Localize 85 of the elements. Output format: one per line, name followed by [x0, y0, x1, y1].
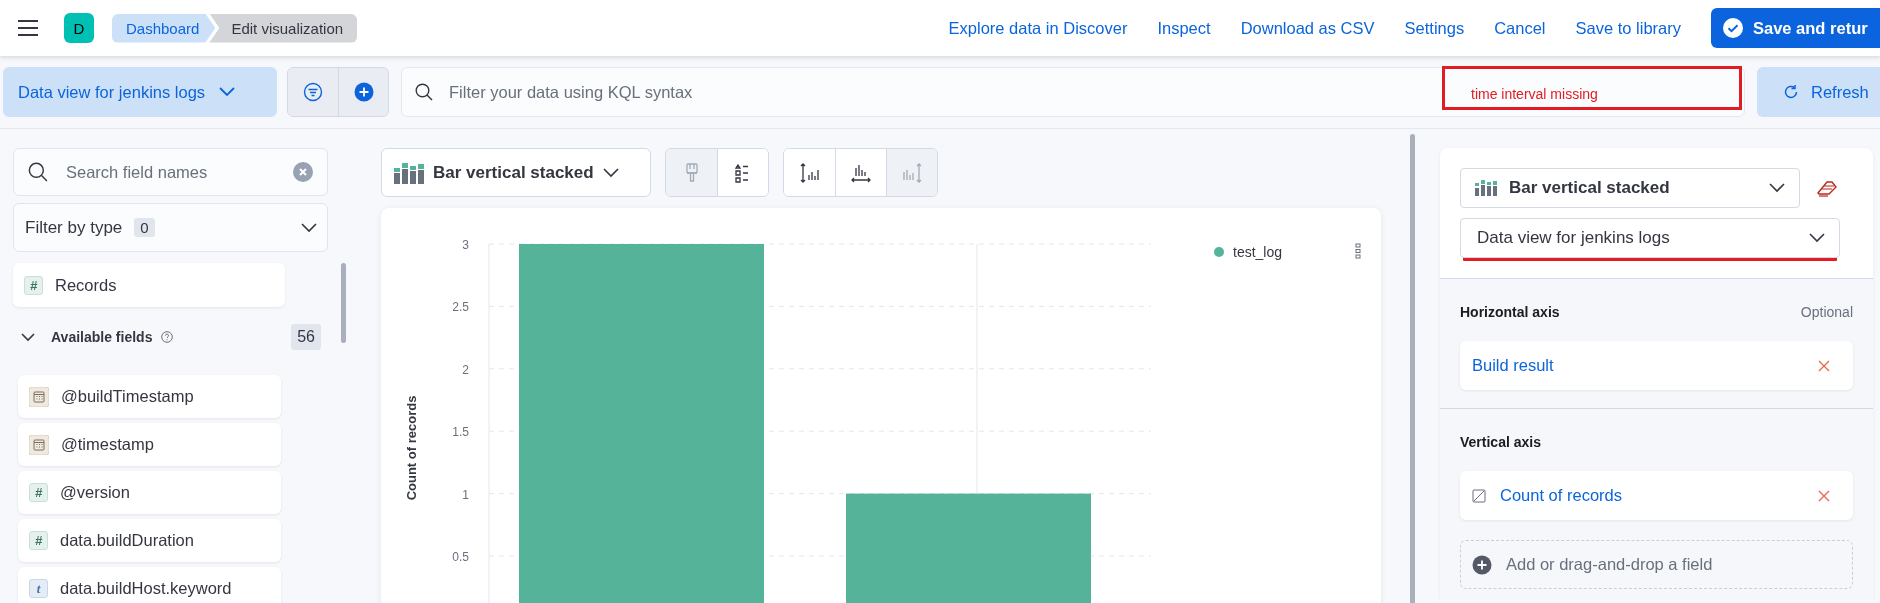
- filter-label: Filter by type: [25, 217, 123, 238]
- field-type-token: #: [29, 531, 48, 550]
- search-field[interactable]: Search field names: [13, 148, 328, 196]
- field-type-token: t: [29, 579, 48, 598]
- header-link[interactable]: Explore data in Discover: [948, 18, 1128, 38]
- help-icon[interactable]: [161, 331, 174, 343]
- axis-title: Count of records: [404, 395, 419, 501]
- metric-icon: [1472, 488, 1486, 503]
- breadcrumb[interactable]: Edit visualization: [209, 13, 358, 43]
- axis-tick-label: 2.5: [452, 300, 469, 315]
- optional-label: Optional: [1800, 304, 1853, 320]
- chevron-down-icon: [602, 167, 619, 178]
- save-button[interactable]: Save and retur: [1711, 8, 1880, 48]
- stacked-bar-chart-icon: [394, 161, 424, 184]
- axis-tick-label: 1: [462, 487, 469, 502]
- axis-tick-label: 2: [462, 362, 469, 377]
- field-item[interactable]: @buildTimestamp: [18, 375, 281, 418]
- field-name: Records: [55, 275, 117, 295]
- menu-icon[interactable]: [17, 19, 39, 37]
- field-item[interactable]: @timestamp: [18, 423, 281, 466]
- axis-tick-label: 0.5: [452, 550, 469, 564]
- remove-icon[interactable]: [1818, 489, 1830, 502]
- refresh-icon: [1783, 84, 1799, 100]
- chart-type-selector[interactable]: Bar vertical stacked: [381, 148, 651, 197]
- plus-icon: [1472, 554, 1492, 575]
- filter-icon: [303, 82, 323, 102]
- group-title: Vertical axis: [1460, 434, 1541, 450]
- field-name: @timestamp: [61, 435, 154, 454]
- field-name: data.buildDuration: [60, 531, 194, 550]
- field-item[interactable]: # Records: [13, 263, 285, 307]
- eraser-icon[interactable]: [1816, 179, 1838, 197]
- header-link[interactable]: Inspect: [1157, 18, 1211, 38]
- legend-label[interactable]: test_log: [1233, 244, 1283, 260]
- dimension-item[interactable]: Count of records: [1460, 471, 1853, 520]
- header-link[interactable]: Settings: [1404, 18, 1465, 38]
- header-link[interactable]: Save to library: [1575, 18, 1681, 38]
- calendar-icon: [29, 434, 49, 455]
- more-icon[interactable]: [1355, 243, 1361, 259]
- dimension-item[interactable]: Build result: [1460, 341, 1853, 390]
- chart-type-selector[interactable]: Bar vertical stacked: [1460, 168, 1800, 208]
- axis-tick-label: 3: [462, 238, 469, 252]
- field-type-token: #: [29, 483, 48, 502]
- clear-icon[interactable]: [293, 162, 313, 182]
- field-item[interactable]: t data.buildHost.keyword: [18, 567, 281, 603]
- remove-icon[interactable]: [1818, 359, 1830, 372]
- count-badge: 0: [134, 218, 155, 237]
- axis-tick-label: 1.5: [452, 425, 469, 440]
- count-badge: 56: [291, 324, 321, 350]
- dimension-label: Build result: [1472, 356, 1555, 375]
- field-name: @version: [60, 483, 130, 502]
- refresh-button[interactable]: Refresh: [1757, 67, 1880, 117]
- field-name: @buildTimestamp: [61, 387, 194, 406]
- header-link[interactable]: Download as CSV: [1240, 18, 1375, 38]
- add-filter-button[interactable]: [338, 68, 388, 116]
- chevron-down-icon: [219, 87, 236, 97]
- check-icon: [1723, 18, 1743, 38]
- space-avatar[interactable]: D: [64, 13, 94, 43]
- field-type-token: #: [24, 275, 43, 295]
- chevron-down-icon: [1809, 233, 1825, 243]
- data-view-selector[interactable]: Data view for jenkins logs: [3, 67, 277, 117]
- data-view-selector[interactable]: Data view for jenkins logs: [1460, 218, 1840, 258]
- breadcrumb[interactable]: Dashboard: [112, 13, 216, 43]
- dimension-label: Count of records: [1500, 486, 1623, 505]
- search-icon: [28, 162, 48, 182]
- search-icon: [415, 83, 433, 101]
- plus-icon: [353, 82, 374, 102]
- section-title: Available fields: [51, 329, 153, 345]
- field-name: data.buildHost.keyword: [60, 579, 232, 598]
- scrollbar[interactable]: [1410, 134, 1415, 603]
- legend-button[interactable]: [717, 149, 768, 196]
- chevron-down-icon: [1769, 183, 1785, 193]
- stacked-bar-chart-icon: [1475, 180, 1497, 196]
- query-input[interactable]: Filter your data using KQL syntax: [447, 81, 951, 103]
- filter-by-type-dropdown[interactable]: Filter by type 0: [13, 203, 328, 252]
- calendar-icon: [29, 386, 49, 407]
- query-field[interactable]: Filter your data using KQL syntax time interval missing: [401, 67, 1745, 117]
- header-link[interactable]: Cancel: [1494, 18, 1546, 38]
- field-item[interactable]: # data.buildDuration: [18, 519, 281, 562]
- chevron-down-icon: [301, 222, 317, 233]
- scrollbar[interactable]: [341, 263, 346, 343]
- add-field-button[interactable]: Add or drag-and-drop a field: [1460, 540, 1853, 589]
- group-title: Horizontal axis: [1460, 304, 1560, 320]
- annotation-text: time interval missing: [1471, 87, 1598, 101]
- field-search-input[interactable]: Search field names: [64, 161, 277, 183]
- field-item[interactable]: # @version: [18, 471, 281, 514]
